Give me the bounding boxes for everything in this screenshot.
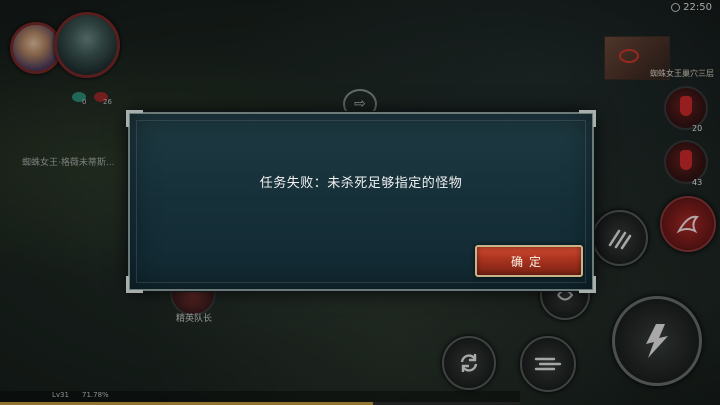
dialog-corner-ornament bbox=[126, 110, 143, 127]
dialog-corner-ornament bbox=[579, 110, 596, 127]
quest-failed-dialog: 任务失败：未杀死足够指定的怪物 确定 bbox=[126, 110, 596, 293]
dialog-corner-ornament bbox=[579, 276, 596, 293]
dialog-corner-ornament bbox=[126, 276, 143, 293]
dialog-message: 任务失败：未杀死足够指定的怪物 bbox=[259, 176, 463, 191]
confirm-button[interactable]: 确定 bbox=[475, 245, 583, 277]
